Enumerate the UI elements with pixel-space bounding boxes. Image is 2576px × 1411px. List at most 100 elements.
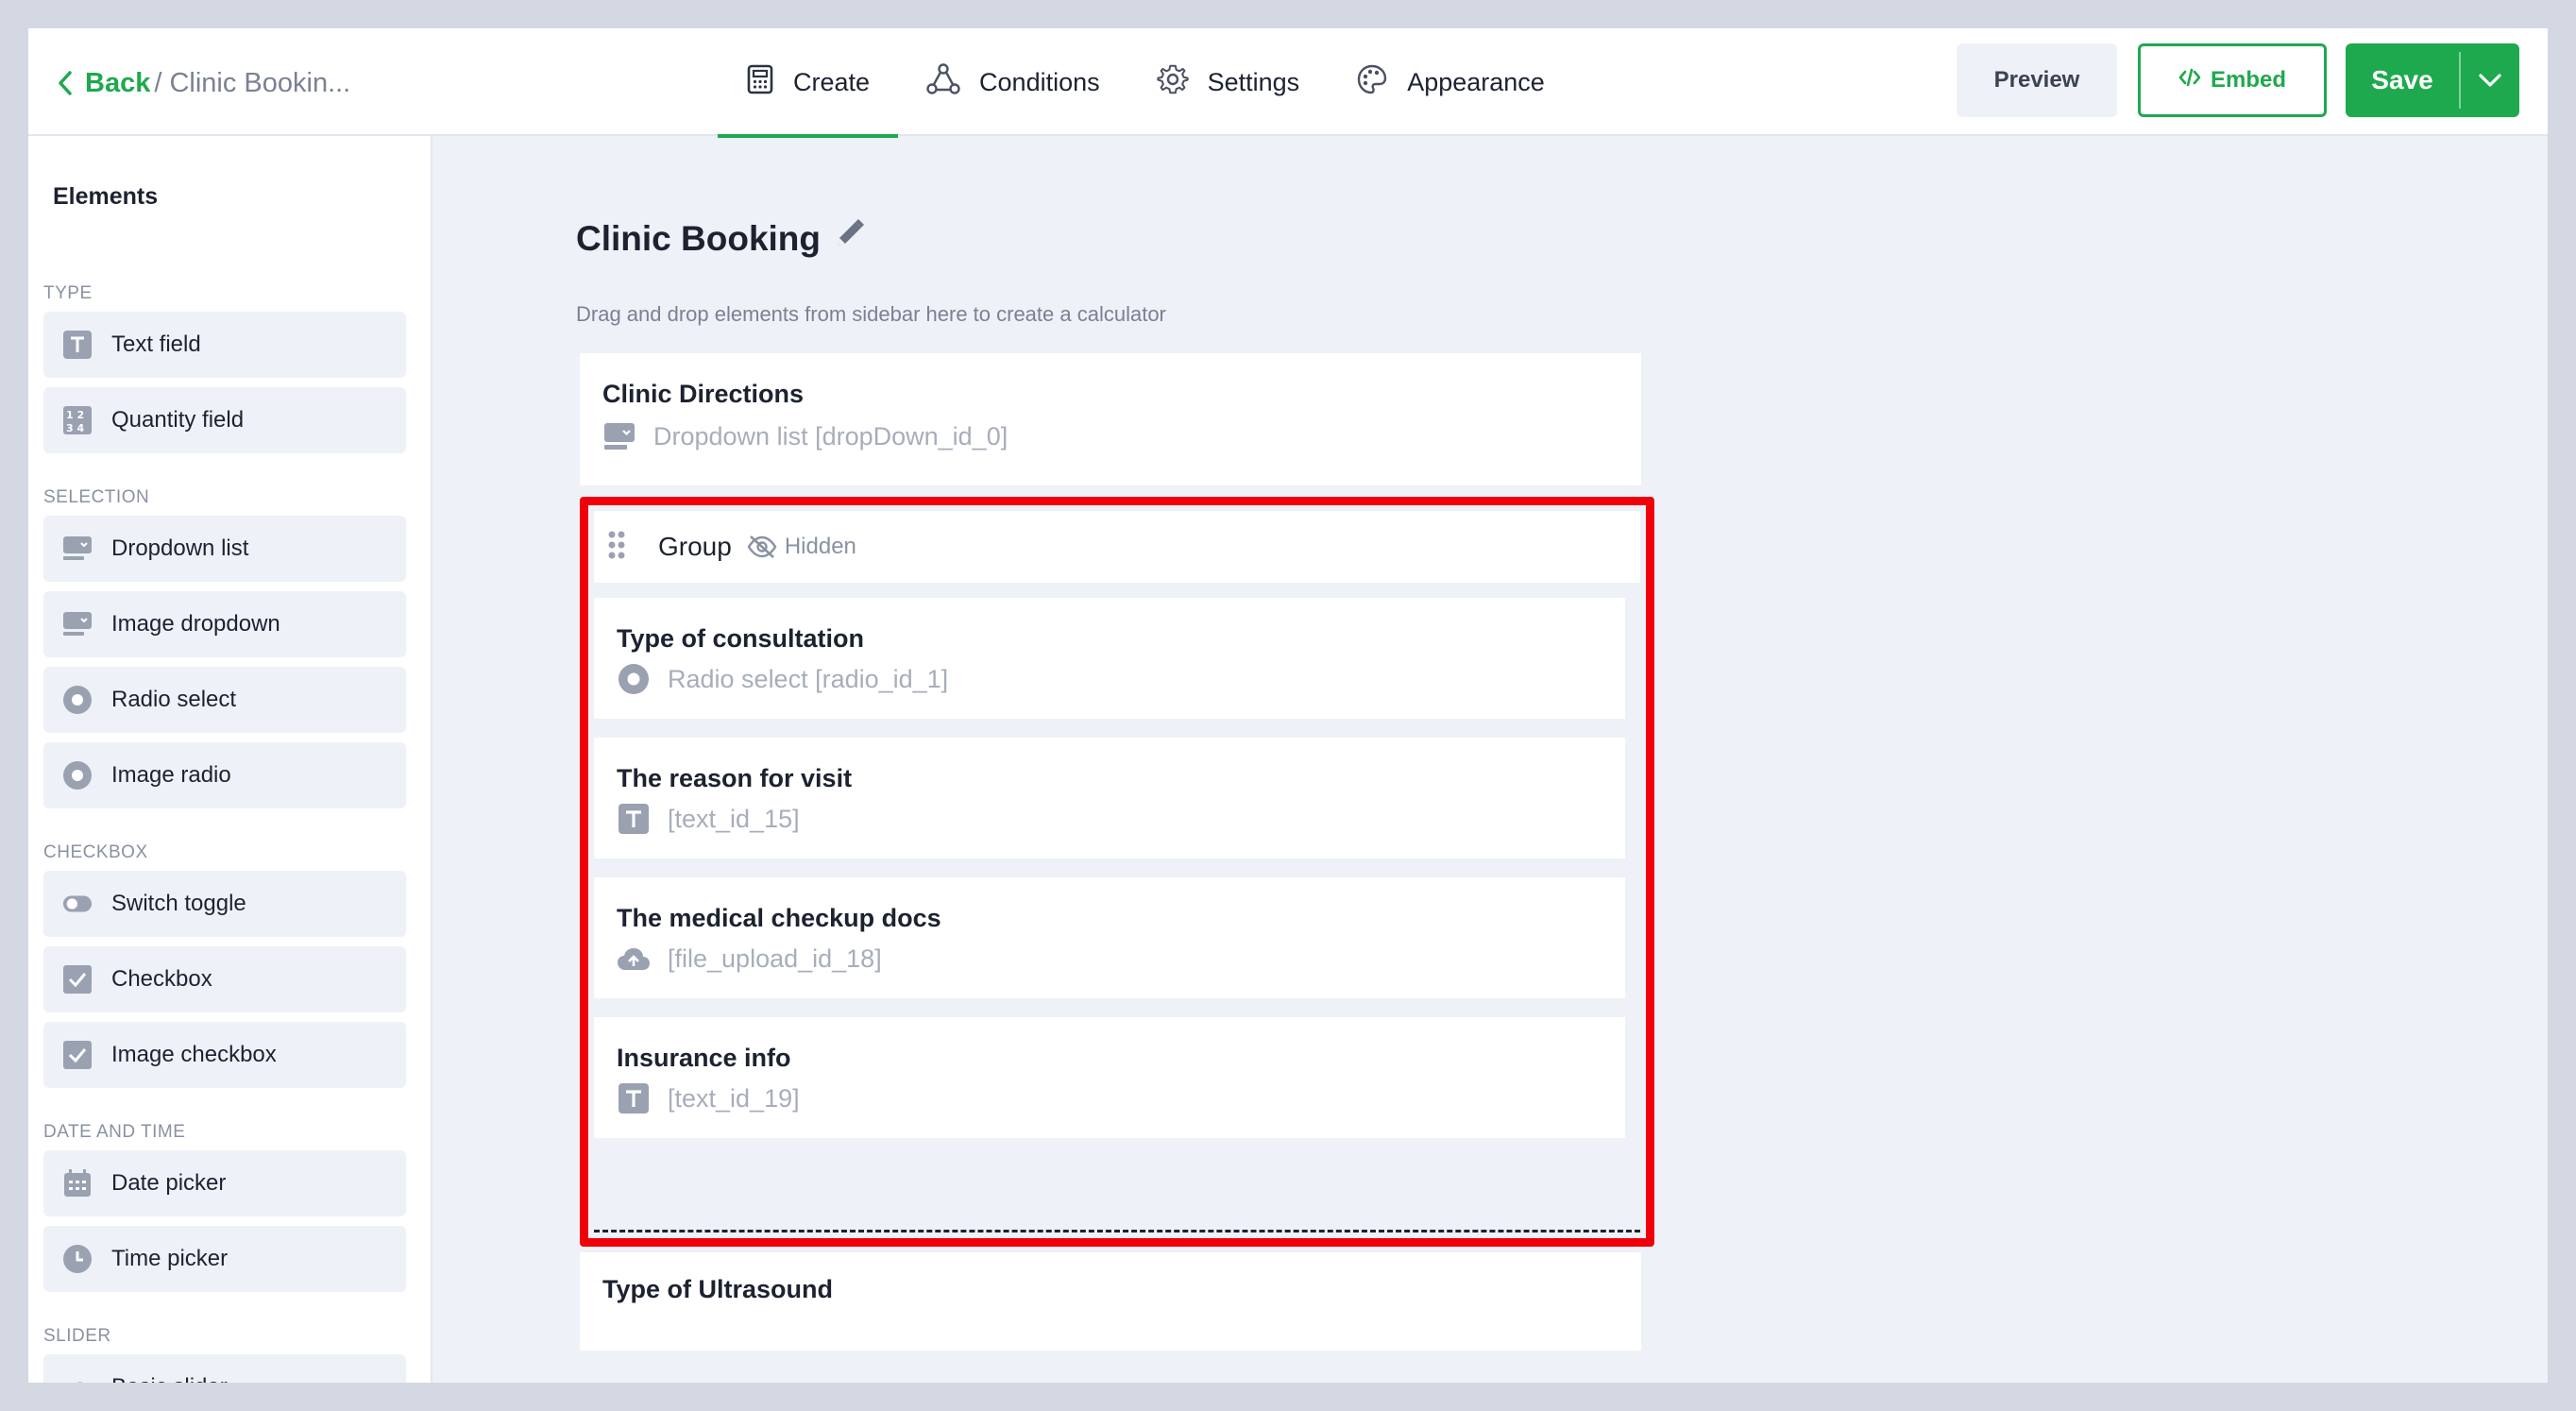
element-card-clinic-directions[interactable]: Clinic Directions Dropdown list [dropDow… <box>580 353 1641 485</box>
palette-icon <box>1356 63 1407 102</box>
save-button[interactable]: Save <box>2346 65 2459 95</box>
tab-settings[interactable]: Settings <box>1128 28 1329 136</box>
group-label: Group <box>658 532 732 561</box>
sidebar-item-label: Image radio <box>111 762 231 788</box>
calendar-icon <box>62 1168 93 1198</box>
sidebar-item-image-checkbox[interactable]: Image checkbox <box>43 1022 406 1088</box>
text-field-icon <box>617 802 651 836</box>
breadcrumb: / Clinic Bookin... <box>154 67 351 98</box>
sidebar-item-label: Image checkbox <box>111 1042 277 1067</box>
radio-icon <box>617 662 651 696</box>
conditions-icon <box>926 62 979 102</box>
section-label-checkbox: CHECKBOX <box>43 842 148 862</box>
card-subtitle-text: Dropdown list [dropDown_id_0] <box>653 421 1008 450</box>
sidebar-item-label: Radio select <box>111 687 237 712</box>
pencil-icon[interactable] <box>830 215 868 262</box>
card-subtitle: Dropdown list [dropDown_id_0] <box>602 419 1008 453</box>
text-field-icon <box>62 330 93 360</box>
element-card-insurance-info[interactable]: Insurance info [text_id_19] <box>594 1017 1625 1138</box>
page-title: Clinic Booking <box>576 215 868 262</box>
main-tabs: Create Conditions Settings Appearance <box>718 28 1573 138</box>
embed-button[interactable]: Embed <box>2138 43 2327 117</box>
group-header[interactable]: Group Hidden <box>594 511 1640 583</box>
card-subtitle: [text_id_19] <box>617 1081 800 1115</box>
sidebar-item-checkbox[interactable]: Checkbox <box>43 946 406 1012</box>
text-field-icon <box>617 1081 651 1115</box>
element-card-reason-for-visit[interactable]: The reason for visit [text_id_15] <box>594 738 1625 858</box>
calculator-icon <box>746 64 793 101</box>
sidebar-item-label: Checkbox <box>111 966 212 992</box>
sidebar-item-label: Switch toggle <box>111 891 246 916</box>
card-title: Type of consultation <box>617 624 864 653</box>
drag-handle-icon[interactable] <box>607 530 626 565</box>
save-options-dropdown[interactable] <box>2461 43 2519 117</box>
card-subtitle: [text_id_15] <box>617 802 800 836</box>
card-title: Type of Ultrasound <box>602 1275 834 1303</box>
section-label-slider: SLIDER <box>43 1326 111 1346</box>
clock-icon <box>62 1244 93 1274</box>
tab-conditions-label: Conditions <box>979 67 1100 96</box>
cloud-upload-icon <box>617 942 651 976</box>
sidebar-item-dropdown-list[interactable]: Dropdown list <box>43 516 406 582</box>
back-link[interactable]: Back / Clinic Bookin... <box>57 64 350 102</box>
section-label-type: TYPE <box>43 283 93 303</box>
sidebar-item-label: Basic slider <box>111 1374 228 1383</box>
sidebar-item-text-field[interactable]: Text field <box>43 312 406 378</box>
group-drop-zone[interactable] <box>594 1153 1640 1230</box>
sidebar-item-radio-select[interactable]: Radio select <box>43 667 406 733</box>
sidebar-item-date-picker[interactable]: Date picker <box>43 1150 406 1216</box>
element-card-type-of-consultation[interactable]: Type of consultation Radio select [radio… <box>594 598 1625 719</box>
card-subtitle-text: [file_upload_id_18] <box>668 944 882 973</box>
sidebar-item-time-picker[interactable]: Time picker <box>43 1226 406 1292</box>
slider-icon <box>62 1372 93 1383</box>
sidebar-item-label: Text field <box>111 332 201 357</box>
chevron-left-icon <box>57 64 85 102</box>
back-label[interactable]: Back <box>85 68 150 99</box>
sidebar-item-quantity-field[interactable]: 1 23 4 Quantity field <box>43 387 406 453</box>
quantity-icon: 1 23 4 <box>62 405 93 435</box>
canvas-hint: Drag and drop elements from sidebar here… <box>576 302 1166 326</box>
image-checkbox-icon <box>62 1040 93 1070</box>
sidebar-item-label: Date picker <box>111 1170 227 1196</box>
dropdown-icon <box>62 534 93 564</box>
page-title-text: Clinic Booking <box>576 218 821 258</box>
tab-settings-label: Settings <box>1207 67 1300 96</box>
tab-conditions[interactable]: Conditions <box>898 28 1128 136</box>
top-bar: Back / Clinic Bookin... Create Condition… <box>28 28 2548 138</box>
card-subtitle-text: [text_id_15] <box>668 804 800 833</box>
sidebar-item-image-radio[interactable]: Image radio <box>43 742 406 808</box>
card-title: The medical checkup docs <box>617 904 941 932</box>
card-title: Clinic Directions <box>602 380 805 408</box>
radio-icon <box>62 685 93 715</box>
element-card-type-of-ultrasound[interactable]: Type of Ultrasound <box>580 1252 1641 1351</box>
checkbox-icon <box>62 964 93 994</box>
chevron-down-icon <box>2479 74 2501 87</box>
hidden-badge: Hidden <box>784 534 856 559</box>
elements-sidebar: Elements TYPE Text field 1 23 4 Quantity… <box>28 136 432 1383</box>
save-button-group: Save <box>2346 43 2519 117</box>
card-subtitle: Radio select [radio_id_1] <box>617 662 948 696</box>
sidebar-item-label: Image dropdown <box>111 611 280 637</box>
code-icon <box>2178 67 2211 94</box>
app-window: Back / Clinic Bookin... Create Condition… <box>28 28 2548 1383</box>
tab-appearance-label: Appearance <box>1407 67 1545 96</box>
toggle-icon <box>62 889 93 919</box>
preview-button[interactable]: Preview <box>1957 43 2117 117</box>
element-card-medical-checkup-docs[interactable]: The medical checkup docs [file_upload_id… <box>594 877 1625 998</box>
svg-text:3 4: 3 4 <box>66 422 84 434</box>
sidebar-item-label: Quantity field <box>111 407 245 433</box>
group-container-highlighted[interactable]: Group Hidden Type of consultation Radio … <box>580 497 1654 1247</box>
tab-appearance[interactable]: Appearance <box>1328 28 1573 136</box>
sidebar-item-image-dropdown[interactable]: Image dropdown <box>43 591 406 657</box>
section-label-selection: SELECTION <box>43 487 150 507</box>
sidebar-title: Elements <box>53 183 159 210</box>
gear-icon <box>1156 63 1208 102</box>
card-subtitle-text: Radio select [radio_id_1] <box>668 664 949 693</box>
sidebar-item-basic-slider[interactable]: Basic slider <box>43 1354 406 1383</box>
image-radio-icon <box>62 760 93 790</box>
sidebar-item-switch-toggle[interactable]: Switch toggle <box>43 871 406 937</box>
sidebar-item-label: Dropdown list <box>111 536 249 561</box>
tab-create[interactable]: Create <box>718 28 899 138</box>
image-dropdown-icon <box>62 609 93 639</box>
embed-label: Embed <box>2210 67 2286 93</box>
